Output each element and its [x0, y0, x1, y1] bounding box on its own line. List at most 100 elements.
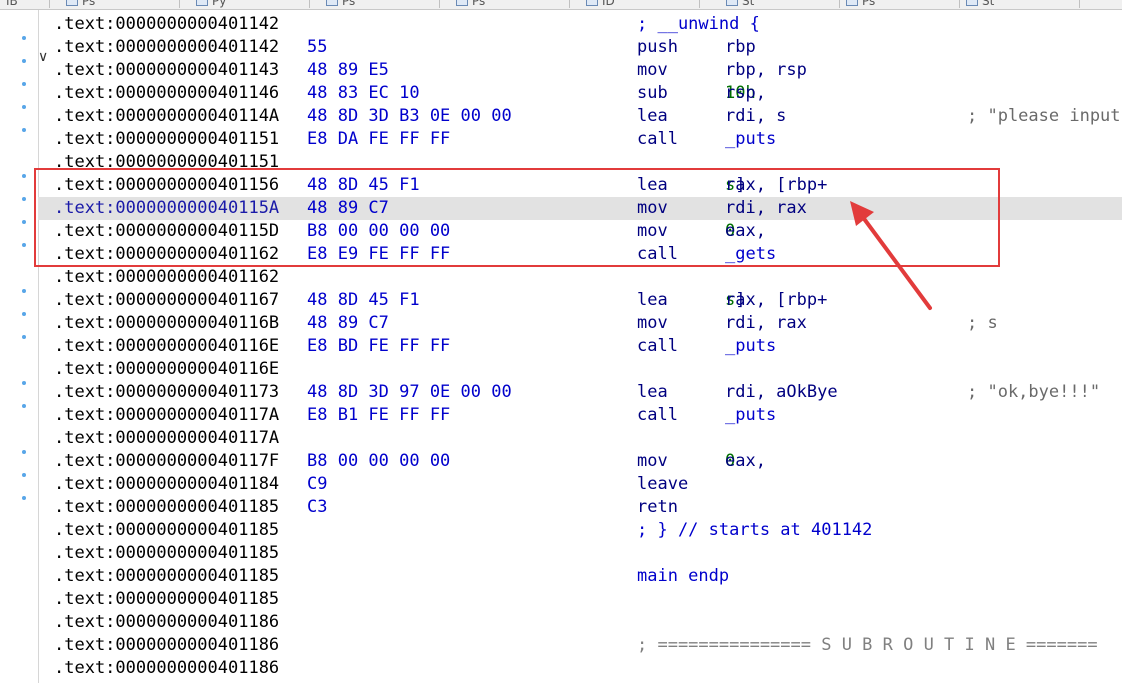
address[interactable]: .text:0000000000401186 — [54, 634, 279, 657]
mnemonic[interactable]: call — [637, 243, 678, 266]
listing-row[interactable]: .text:0000000000401162 — [38, 266, 1122, 289]
mnemonic[interactable]: mov — [637, 197, 668, 220]
mnemonic[interactable]: call — [637, 404, 678, 427]
breakpoint-dot[interactable] — [22, 82, 26, 86]
directive[interactable]: ; __unwind { — [637, 13, 760, 36]
function-ref[interactable]: _puts — [725, 336, 776, 356]
tab-3[interactable]: Ps — [320, 0, 440, 8]
address[interactable]: .text:000000000040116E — [54, 358, 279, 381]
listing-row[interactable]: .text:000000000040117A — [38, 427, 1122, 450]
listing-row[interactable]: .text:0000000000401173 48 8D 3D 97 0E 00 … — [38, 381, 1122, 404]
tab-4[interactable]: Ps — [450, 0, 570, 8]
address[interactable]: .text:000000000040117A — [54, 404, 279, 427]
address[interactable]: .text:0000000000401185 — [54, 496, 279, 519]
mnemonic[interactable]: lea — [637, 289, 668, 312]
address[interactable]: .text:0000000000401162 — [54, 266, 279, 289]
mnemonic[interactable]: leave — [637, 473, 688, 496]
listing-row[interactable]: .text:0000000000401185 — [38, 542, 1122, 565]
tab-7[interactable]: Ps — [840, 0, 960, 8]
mnemonic[interactable]: lea — [637, 105, 668, 128]
breakpoint-dot[interactable] — [22, 450, 26, 454]
address[interactable]: .text:000000000040117A — [54, 427, 279, 450]
address[interactable]: .text:0000000000401156 — [54, 174, 279, 197]
listing-row[interactable]: .text:000000000040115A 48 89 C7 mov rdi, ra… — [38, 197, 1122, 220]
listing-row[interactable]: .text:0000000000401151 E8 DA FE FF FF call… — [38, 128, 1122, 151]
breakpoint-dot[interactable] — [22, 473, 26, 477]
address[interactable]: .text:0000000000401185 — [54, 542, 279, 565]
address[interactable]: .text:0000000000401142 — [54, 36, 279, 59]
operands[interactable]: _gets — [725, 243, 776, 266]
mnemonic[interactable]: lea — [637, 381, 668, 404]
mnemonic[interactable]: mov — [637, 312, 668, 335]
listing-row[interactable]: .text:0000000000401186 ; =============== … — [38, 634, 1122, 657]
breakpoint-dot[interactable] — [22, 59, 26, 63]
listing-row[interactable]: .text:0000000000401142 55 push rbp — [38, 36, 1122, 59]
listing-row[interactable]: .text:0000000000401146 48 83 EC 10 sub rsp,… — [38, 82, 1122, 105]
listing-row[interactable]: .text:000000000040114A 48 8D 3D B3 0E 00 … — [38, 105, 1122, 128]
address[interactable]: .text:000000000040116B — [54, 312, 279, 335]
listing-row[interactable]: .text:000000000040116E E8 BD FE FF FF call… — [38, 335, 1122, 358]
disassembly-listing[interactable]: .text:0000000000401142; __unwind {.text:… — [38, 13, 1122, 680]
directive[interactable]: main endp — [637, 565, 729, 588]
operands[interactable]: _puts — [725, 404, 776, 427]
address[interactable]: .text:0000000000401167 — [54, 289, 279, 312]
mnemonic[interactable]: push — [637, 36, 678, 59]
breakpoint-dot[interactable] — [22, 243, 26, 247]
listing-row[interactable]: .text:0000000000401151 — [38, 151, 1122, 174]
directive[interactable]: ; } // starts at 401142 — [637, 519, 872, 542]
address[interactable]: .text:0000000000401184 — [54, 473, 279, 496]
address[interactable]: .text:000000000040116E — [54, 335, 279, 358]
address[interactable]: .text:000000000040114A — [54, 105, 279, 128]
breakpoint-dot[interactable] — [22, 312, 26, 316]
listing-row[interactable]: .text:0000000000401185 ; } // starts at 4… — [38, 519, 1122, 542]
listing-row[interactable]: .text:0000000000401184 C9 leave — [38, 473, 1122, 496]
function-ref[interactable]: _gets — [725, 244, 776, 264]
mnemonic[interactable]: lea — [637, 174, 668, 197]
address[interactable]: .text:0000000000401142 — [54, 13, 279, 36]
listing-row[interactable]: .text:0000000000401143 48 89 E5 mov rbp, rs… — [38, 59, 1122, 82]
listing-row[interactable]: .text:0000000000401185 — [38, 588, 1122, 611]
listing-row[interactable]: .text:000000000040116E — [38, 358, 1122, 381]
address[interactable]: .text:0000000000401146 — [54, 82, 279, 105]
breakpoint-dot[interactable] — [22, 496, 26, 500]
address[interactable]: .text:0000000000401173 — [54, 381, 279, 404]
operands[interactable]: rax, [rbp+ s] — [725, 174, 827, 197]
tab-2[interactable]: Py — [190, 0, 310, 8]
function-ref[interactable]: _puts — [725, 129, 776, 149]
operands[interactable]: rax, [rbp+ s] — [725, 289, 827, 312]
address[interactable]: .text:0000000000401185 — [54, 588, 279, 611]
listing-row[interactable]: .text:0000000000401185 main endp — [38, 565, 1122, 588]
listing-row[interactable]: .text:000000000040117A E8 B1 FE FF FF call… — [38, 404, 1122, 427]
address[interactable]: .text:0000000000401185 — [54, 519, 279, 542]
address[interactable]: .text:0000000000401143 — [54, 59, 279, 82]
address[interactable]: .text:0000000000401185 — [54, 565, 279, 588]
breakpoint-dot[interactable] — [22, 36, 26, 40]
listing-row[interactable]: .text:0000000000401167 48 8D 45 F1 lea rax,… — [38, 289, 1122, 312]
listing-row[interactable]: .text:000000000040116B 48 89 C7 mov rdi, ra… — [38, 312, 1122, 335]
address[interactable]: .text:000000000040117F — [54, 450, 279, 473]
breakpoint-dot[interactable] — [22, 174, 26, 178]
mnemonic[interactable]: mov — [637, 220, 668, 243]
listing-row[interactable]: .text:0000000000401185 C3 retn — [38, 496, 1122, 519]
tab-1[interactable]: Ps — [60, 0, 180, 8]
address[interactable]: .text:0000000000401186 — [54, 657, 279, 680]
directive[interactable]: ; =============== S U B R O U T I N E ==… — [637, 634, 1098, 657]
operands[interactable]: _puts — [725, 128, 776, 151]
listing-row[interactable]: .text:0000000000401156 48 8D 45 F1 lea rax,… — [38, 174, 1122, 197]
listing-row[interactable]: .text:0000000000401186 — [38, 657, 1122, 680]
breakpoint-dot[interactable] — [22, 220, 26, 224]
breakpoint-dot[interactable] — [22, 335, 26, 339]
listing-row[interactable]: .text:0000000000401186 — [38, 611, 1122, 634]
address[interactable]: .text:0000000000401151 — [54, 128, 279, 151]
mnemonic[interactable]: mov — [637, 450, 668, 473]
breakpoint-dot[interactable] — [22, 404, 26, 408]
operands[interactable]: eax, 0 — [725, 220, 766, 243]
function-ref[interactable]: _puts — [725, 405, 776, 425]
mnemonic[interactable]: sub — [637, 82, 668, 105]
address[interactable]: .text:0000000000401162 — [54, 243, 279, 266]
breakpoint-dot[interactable] — [22, 381, 26, 385]
listing-row[interactable]: .text:000000000040117F B8 00 00 00 00 mov e… — [38, 450, 1122, 473]
address[interactable]: .text:0000000000401186 — [54, 611, 279, 634]
tab-6[interactable]: St — [720, 0, 840, 8]
breakpoint-dot[interactable] — [22, 197, 26, 201]
